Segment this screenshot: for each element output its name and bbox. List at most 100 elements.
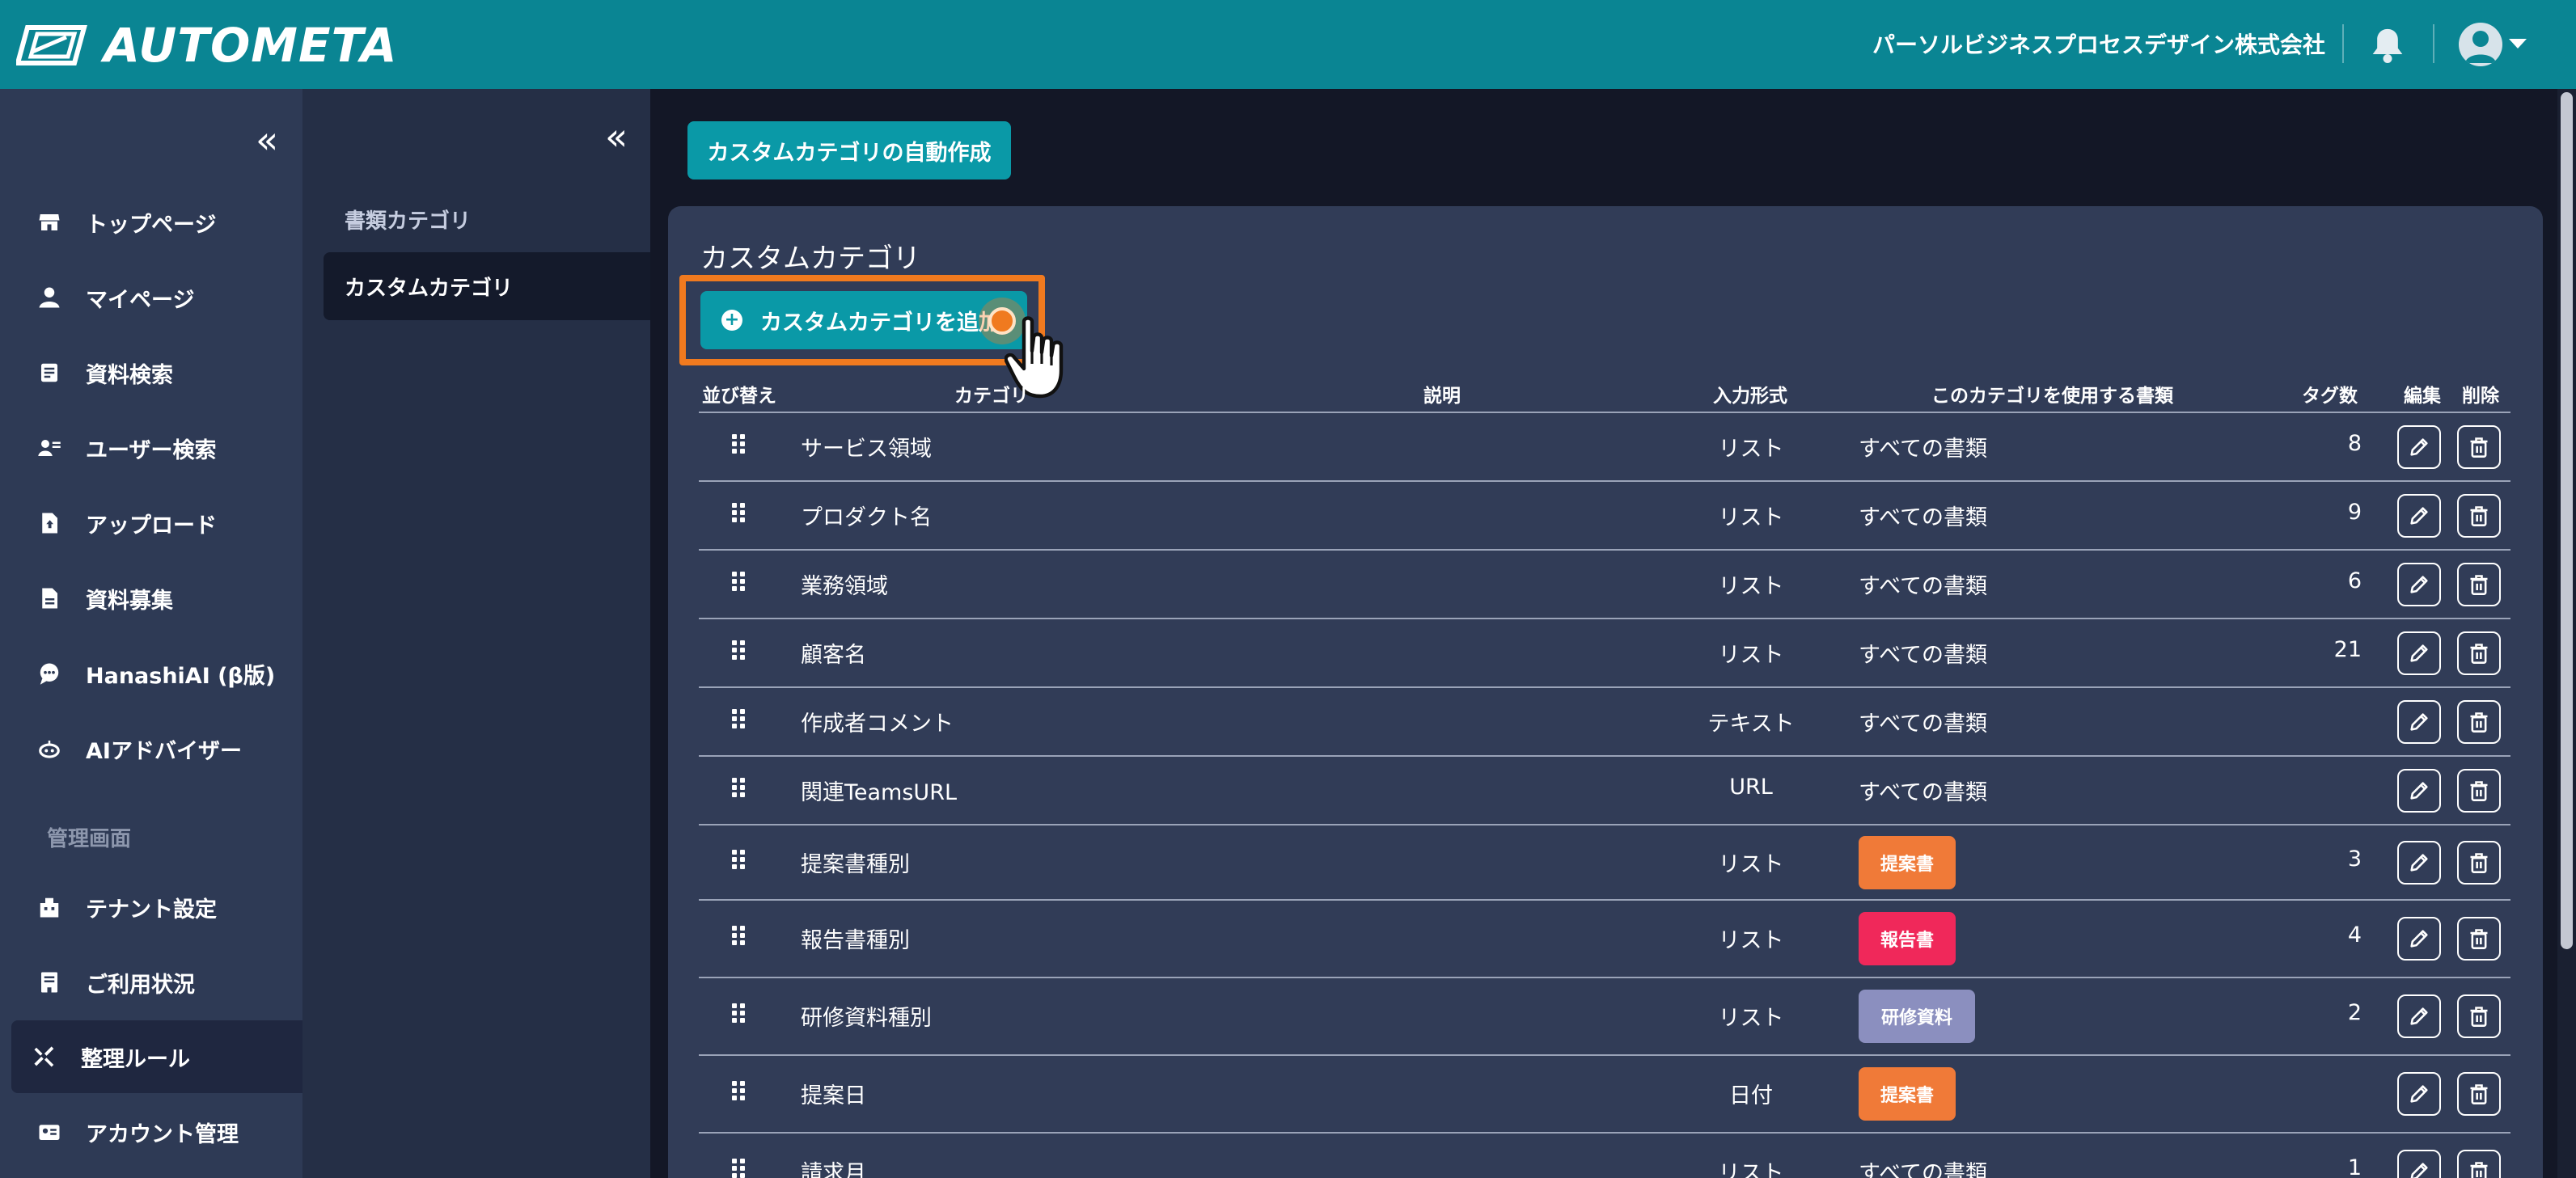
page-scrollbar-thumb[interactable] (2561, 92, 2573, 949)
drag-handle-icon[interactable] (732, 849, 748, 871)
subnav-custom-category[interactable]: カスタムカテゴリ (324, 252, 650, 320)
pencil-icon (2408, 436, 2430, 458)
documents-using-category: すべての書類 (1859, 573, 1988, 599)
delete-button[interactable] (2457, 699, 2501, 744)
table-row (699, 756, 2510, 825)
trash-icon (2468, 505, 2490, 527)
edit-button[interactable] (2397, 917, 2441, 961)
sidebar-item-organize-rules[interactable]: 整理ルール (11, 1020, 302, 1093)
sidebar-item-my-page[interactable]: マイページ (11, 261, 302, 334)
file-upload-icon (36, 509, 63, 537)
sidebar-item-hanashiai[interactable]: HanashiAI (β版) (11, 637, 302, 710)
user-avatar-icon[interactable] (2459, 23, 2502, 66)
drag-handle-icon[interactable] (732, 571, 748, 593)
edit-button[interactable] (2397, 493, 2441, 538)
input-type: テキスト (1707, 711, 1795, 737)
documents-using-category: すべての書類 (1859, 1161, 1988, 1178)
tools-icon (31, 1043, 58, 1070)
tag-count: 21 (2333, 636, 2362, 662)
sidebar-item-label: 資料募集 (86, 588, 173, 614)
column-header-input-type: 入力形式 (1713, 386, 1787, 407)
chat-icon (36, 660, 63, 687)
subbar-collapse-button[interactable]: « (605, 118, 628, 155)
sidebar-item-upload[interactable]: アップロード (11, 487, 302, 559)
sidebar-item-ai-advisor[interactable]: AIアドバイザー (11, 712, 302, 785)
table-row (699, 619, 2510, 687)
documents-using-category: すべての書類 (1859, 711, 1988, 737)
app-logo[interactable]: AUTOMETA (16, 18, 398, 73)
sidebar-item-label: マイページ (86, 287, 195, 313)
delete-button[interactable] (2457, 1072, 2501, 1116)
trash-icon (2468, 1160, 2490, 1178)
header-divider (2433, 24, 2434, 63)
header-divider (2342, 24, 2344, 63)
column-header-documents: このカテゴリを使用する書類 (1931, 386, 2173, 407)
caret-down-icon[interactable] (2509, 39, 2527, 49)
subnav-document-category[interactable]: 書類カテゴリ (324, 185, 650, 253)
edit-button[interactable] (2397, 1150, 2441, 1178)
user-search-icon (36, 434, 63, 462)
delete-button[interactable] (2457, 768, 2501, 813)
table-row (699, 1133, 2510, 1178)
delete-button[interactable] (2457, 424, 2501, 469)
documents-using-category: すべての書類 (1859, 642, 1988, 668)
drag-handle-icon[interactable] (732, 777, 748, 799)
chart-icon (36, 969, 63, 996)
edit-button[interactable] (2397, 562, 2441, 606)
drag-handle-icon[interactable] (732, 640, 748, 661)
sidebar-item-user-search[interactable]: ユーザー検索 (11, 412, 302, 484)
robot-icon (36, 735, 63, 762)
sidebar-item-label: ご利用状況 (86, 972, 195, 998)
document-type-badge: 研修資料 (1859, 990, 1975, 1043)
plus-circle-icon: + (721, 310, 742, 331)
pencil-icon (2408, 851, 2430, 874)
sidebar-item-account-management[interactable]: アカウント管理 (11, 1096, 302, 1168)
edit-button[interactable] (2397, 699, 2441, 744)
input-type: リスト (1718, 1161, 1784, 1178)
input-type: URL (1729, 774, 1773, 800)
trash-icon (2468, 851, 2490, 874)
drag-handle-icon[interactable] (732, 708, 748, 730)
delete-button[interactable] (2457, 562, 2501, 606)
edit-button[interactable] (2397, 768, 2441, 813)
drag-handle-icon[interactable] (732, 926, 748, 947)
panel-title: カスタムカテゴリ (700, 243, 920, 275)
edit-button[interactable] (2397, 1072, 2441, 1116)
drag-handle-icon[interactable] (732, 1159, 748, 1178)
sidebar-item-document-search[interactable]: 資料検索 (11, 336, 302, 409)
sidebar-item-tenant-settings[interactable]: テナント設定 (11, 871, 302, 944)
edit-button[interactable] (2397, 994, 2441, 1038)
sidebar-item-top-page[interactable]: トップページ (11, 186, 302, 259)
delete-button[interactable] (2457, 1150, 2501, 1178)
trash-icon (2468, 711, 2490, 733)
column-header-category: カテゴリ (954, 386, 1029, 407)
table-row (699, 825, 2510, 900)
pencil-icon (2408, 573, 2430, 596)
delete-button[interactable] (2457, 994, 2501, 1038)
drag-handle-icon[interactable] (732, 433, 748, 455)
table-row (699, 1055, 2510, 1133)
delete-button[interactable] (2457, 493, 2501, 538)
edit-button[interactable] (2397, 631, 2441, 675)
bell-icon[interactable] (2370, 26, 2405, 65)
admin-section-title: 管理画面 (47, 827, 132, 851)
sidebar-item-label: HanashiAI (β版) (86, 663, 276, 689)
sidebar-collapse-button[interactable]: « (256, 121, 278, 158)
delete-button[interactable] (2457, 840, 2501, 885)
edit-button[interactable] (2397, 840, 2441, 885)
documents-using-category: すべての書類 (1859, 779, 1988, 805)
table-row (699, 977, 2510, 1055)
drag-handle-icon[interactable] (732, 1081, 748, 1102)
drag-handle-icon[interactable] (732, 502, 748, 524)
table-row (699, 481, 2510, 550)
delete-button[interactable] (2457, 917, 2501, 961)
sidebar-item-usage[interactable]: ご利用状況 (11, 946, 302, 1019)
column-header-tag-count: タグ数 (2302, 386, 2358, 407)
trash-icon (2468, 1005, 2490, 1028)
edit-button[interactable] (2397, 424, 2441, 469)
drag-handle-icon[interactable] (732, 1003, 748, 1024)
delete-button[interactable] (2457, 631, 2501, 675)
shop-icon (36, 209, 63, 236)
sidebar-item-document-request[interactable]: 資料募集 (11, 562, 302, 635)
auto-create-category-button[interactable]: カスタムカテゴリの自動作成 (687, 121, 1011, 179)
